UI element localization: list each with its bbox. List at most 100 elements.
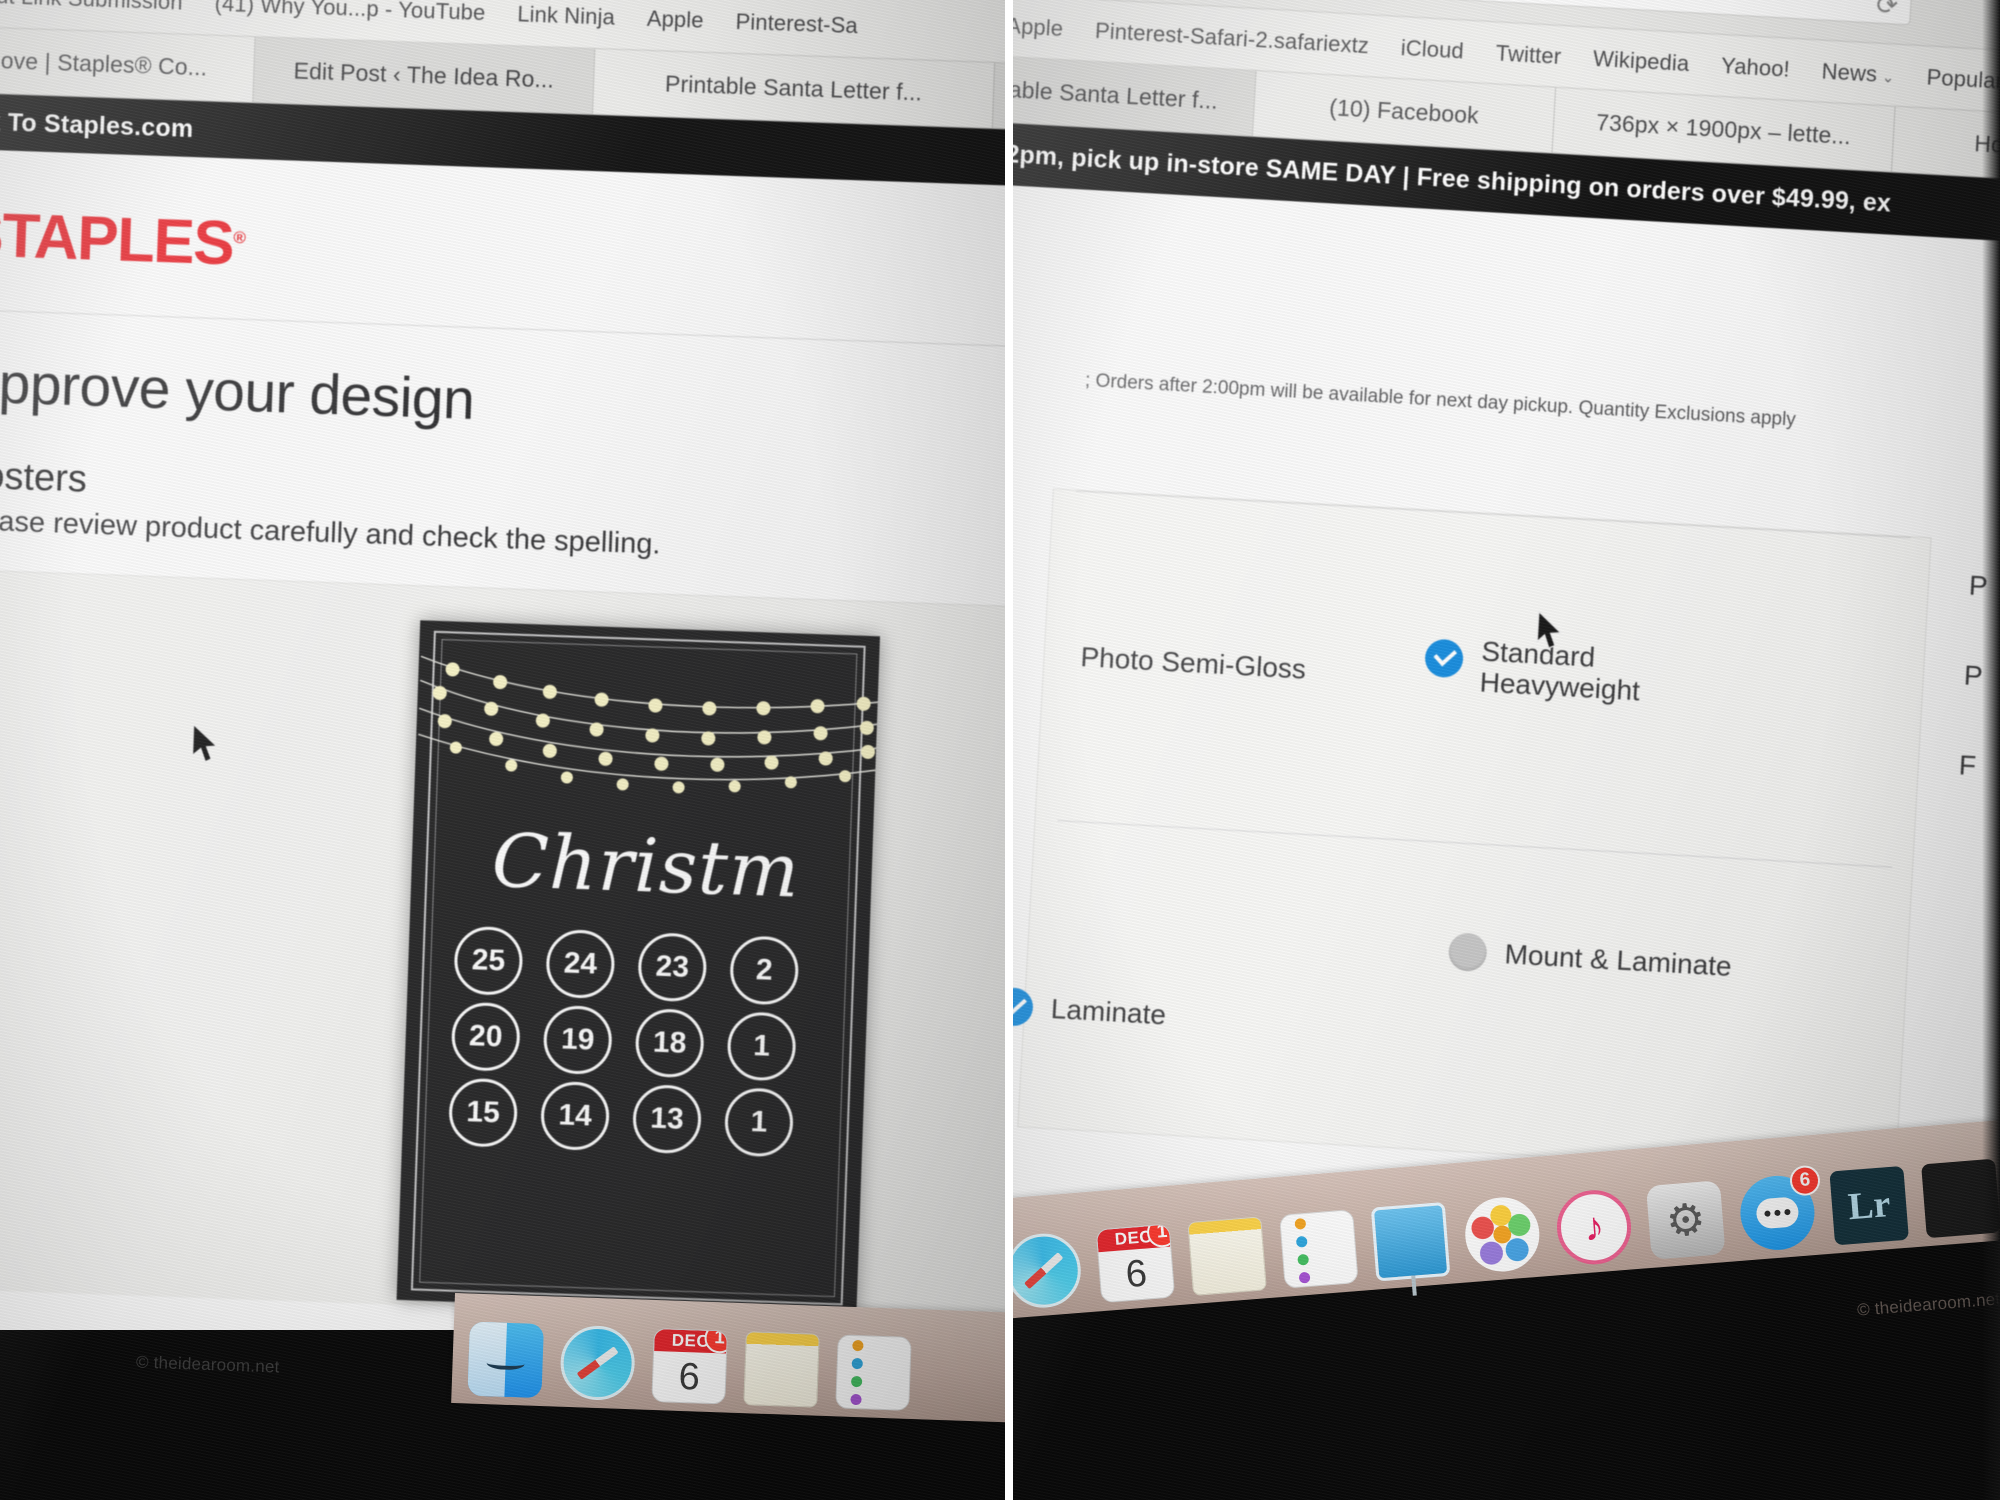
messages-badge: 6 bbox=[1788, 1164, 1822, 1197]
bookmark-apple[interactable]: Apple bbox=[630, 5, 720, 34]
bookmark-wikipedia[interactable]: Wikipedia bbox=[1576, 44, 1706, 77]
poster-script-text: Christm bbox=[490, 817, 802, 915]
safari-icon[interactable] bbox=[1005, 1230, 1084, 1311]
poster-day-cell: 1 bbox=[712, 1083, 807, 1162]
reminders-dot bbox=[850, 1393, 862, 1405]
radio-selected-icon[interactable] bbox=[1424, 638, 1465, 679]
poster-day-number: 15 bbox=[447, 1077, 519, 1148]
poster-preview[interactable]: Christm 25 24 23 2 20 19 18 1 15 14 13 1 bbox=[396, 620, 881, 1316]
keynote-icon[interactable] bbox=[1370, 1201, 1451, 1282]
option-label: Laminate bbox=[1050, 993, 1167, 1031]
bookmark-yahoo[interactable]: Yahoo! bbox=[1704, 52, 1806, 84]
system-preferences-icon[interactable]: ⚙ bbox=[1645, 1180, 1726, 1260]
product-type-title: Posters bbox=[0, 454, 88, 501]
safari-icon[interactable] bbox=[559, 1324, 636, 1402]
bubble-dot bbox=[1764, 1210, 1771, 1217]
reminders-dot bbox=[1297, 1253, 1310, 1266]
bookmark-cricut-link-submission[interactable]: ricut Link Submission bbox=[0, 0, 199, 16]
poster-day-cell: 1 bbox=[714, 1007, 809, 1086]
sidebar-fragment-3: F bbox=[1958, 749, 1977, 782]
bookmark-link-ninja[interactable]: Link Ninja bbox=[501, 0, 631, 31]
tab-label: (10) Facebook bbox=[1328, 94, 1480, 129]
calendar-icon[interactable]: DEC 6 1 bbox=[1095, 1223, 1176, 1304]
tab-label: Edit Post ‹ The Idea Ro... bbox=[293, 57, 555, 93]
lightroom-icon[interactable]: Lr bbox=[1829, 1165, 1909, 1246]
design-preview-area: Christm 25 24 23 2 20 19 18 1 15 14 13 1 bbox=[0, 566, 1005, 1329]
back-to-staples-link[interactable]: ck To Staples.com bbox=[0, 107, 194, 144]
staples-logo[interactable]: STAPLES® bbox=[0, 199, 245, 280]
bookmark-pinterest-safari[interactable]: Pinterest-Sa bbox=[719, 8, 874, 39]
poster-day-cell: 19 bbox=[530, 1000, 625, 1079]
screenshot-collage: ricut Link Submission (41) Why You...p -… bbox=[0, 0, 2000, 1500]
itunes-icon[interactable]: ♪ bbox=[1554, 1187, 1634, 1268]
reminders-dot bbox=[850, 1375, 863, 1387]
poster-day-number: 24 bbox=[545, 928, 616, 1000]
poster-day-number: 13 bbox=[631, 1084, 703, 1155]
left-page-body: STAPLES® Approve your design Posters Ple… bbox=[0, 145, 1005, 1490]
poster-day-cell: 23 bbox=[625, 928, 720, 1007]
poster-day-cell: 20 bbox=[438, 997, 533, 1076]
speech-bubble-icon bbox=[1755, 1196, 1800, 1230]
tab-label: Printable Santa Letter f... bbox=[1005, 73, 1219, 114]
reminders-icon[interactable] bbox=[1279, 1209, 1359, 1289]
option-label: Mount & Laminate bbox=[1503, 938, 1733, 983]
bookmark-pinterest-safari-extz[interactable]: Pinterest-Safari-2.safariextz bbox=[1078, 17, 1385, 60]
poster-day-number: 1 bbox=[723, 1087, 795, 1158]
poster-day-number: 2 bbox=[729, 935, 800, 1006]
pickup-fine-print: ; Orders after 2:00pm will be available … bbox=[1084, 369, 1797, 431]
bookmark-icloud[interactable]: iCloud bbox=[1384, 34, 1480, 65]
right-photo-panel: design.staples.com ⟳ nja Apple Pinterest… bbox=[1005, 0, 2000, 1500]
poster-day-number: 23 bbox=[637, 932, 708, 1003]
options-card: Photo Semi-Gloss Standard Heavyweight Mo… bbox=[1005, 488, 1932, 1177]
tab-staples-co[interactable]: ove | Staples® Co... bbox=[0, 26, 256, 103]
sidebar-fragment-2: P bbox=[1963, 659, 1984, 692]
poster-day-cell: 18 bbox=[622, 1004, 717, 1083]
left-dock[interactable]: DEC 6 1 bbox=[451, 1293, 1005, 1425]
reload-icon[interactable]: ⟳ bbox=[1875, 0, 1899, 20]
poster-day-number: 19 bbox=[542, 1004, 613, 1076]
notes-icon[interactable] bbox=[1187, 1216, 1267, 1296]
radio-unselected-icon[interactable] bbox=[1447, 932, 1488, 973]
bookmark-youtube[interactable]: (41) Why You...p - YouTube bbox=[198, 0, 502, 26]
reminders-dot bbox=[1295, 1235, 1308, 1248]
reminders-dot bbox=[1298, 1271, 1311, 1284]
poster-day-cell: 2 bbox=[717, 931, 812, 1010]
bubble-dot bbox=[1774, 1209, 1781, 1217]
poster-day-cell: 25 bbox=[441, 921, 536, 1000]
reminders-dot bbox=[1294, 1217, 1307, 1230]
right-bezel-edge bbox=[1982, 0, 2000, 1500]
tab-edit-post-idea-room[interactable]: Edit Post ‹ The Idea Ro... bbox=[253, 37, 596, 114]
option-laminate[interactable]: Laminate bbox=[1005, 986, 1167, 1034]
option-standard-heavyweight[interactable]: Standard Heavyweight bbox=[1423, 632, 1642, 707]
page-title: Approve your design bbox=[0, 350, 476, 432]
poster-countdown-grid: 25 24 23 2 20 19 18 1 15 14 13 1 bbox=[436, 921, 812, 1162]
left-screen-surface: ricut Link Submission (41) Why You...p -… bbox=[0, 0, 1005, 1490]
poster-day-number: 20 bbox=[450, 1001, 521, 1072]
reminders-dot bbox=[852, 1339, 864, 1351]
bubble-dot bbox=[1784, 1208, 1791, 1216]
left-photo-panel: ricut Link Submission (41) Why You...p -… bbox=[0, 0, 1005, 1500]
tab-printable-santa-letter[interactable]: Printable Santa Letter f... bbox=[593, 49, 996, 128]
options-divider-top bbox=[1075, 490, 1911, 539]
option-label: Photo Semi-Gloss bbox=[1079, 641, 1307, 685]
notes-icon[interactable] bbox=[743, 1331, 820, 1408]
bookmark-news-label: News bbox=[1821, 58, 1878, 87]
string-lights-icon bbox=[418, 655, 878, 794]
poster-day-cell: 14 bbox=[528, 1076, 623, 1155]
bookmark-apple[interactable]: Apple bbox=[1005, 12, 1080, 43]
option-photo-semi-gloss[interactable]: Photo Semi-Gloss bbox=[1080, 641, 1307, 685]
finder-icon[interactable] bbox=[467, 1321, 544, 1399]
option-mount-and-laminate[interactable]: Mount & Laminate bbox=[1447, 932, 1733, 986]
chevron-down-icon: ⌄ bbox=[1881, 68, 1896, 87]
bookmark-twitter[interactable]: Twitter bbox=[1479, 39, 1578, 70]
poster-day-number: 1 bbox=[726, 1011, 797, 1082]
photos-icon[interactable] bbox=[1462, 1194, 1543, 1275]
staples-logo-text: STAPLES bbox=[0, 200, 235, 279]
poster-day-cell: 15 bbox=[436, 1073, 531, 1152]
bookmark-news-folder[interactable]: News ⌄ bbox=[1805, 57, 1911, 89]
messages-icon[interactable]: 6 bbox=[1737, 1164, 1822, 1253]
reminders-icon[interactable] bbox=[835, 1334, 912, 1411]
product-review-note: Please review product carefully and chec… bbox=[0, 504, 662, 561]
poster-day-cell: 13 bbox=[620, 1080, 715, 1159]
calendar-icon[interactable]: DEC 6 1 bbox=[651, 1327, 728, 1405]
